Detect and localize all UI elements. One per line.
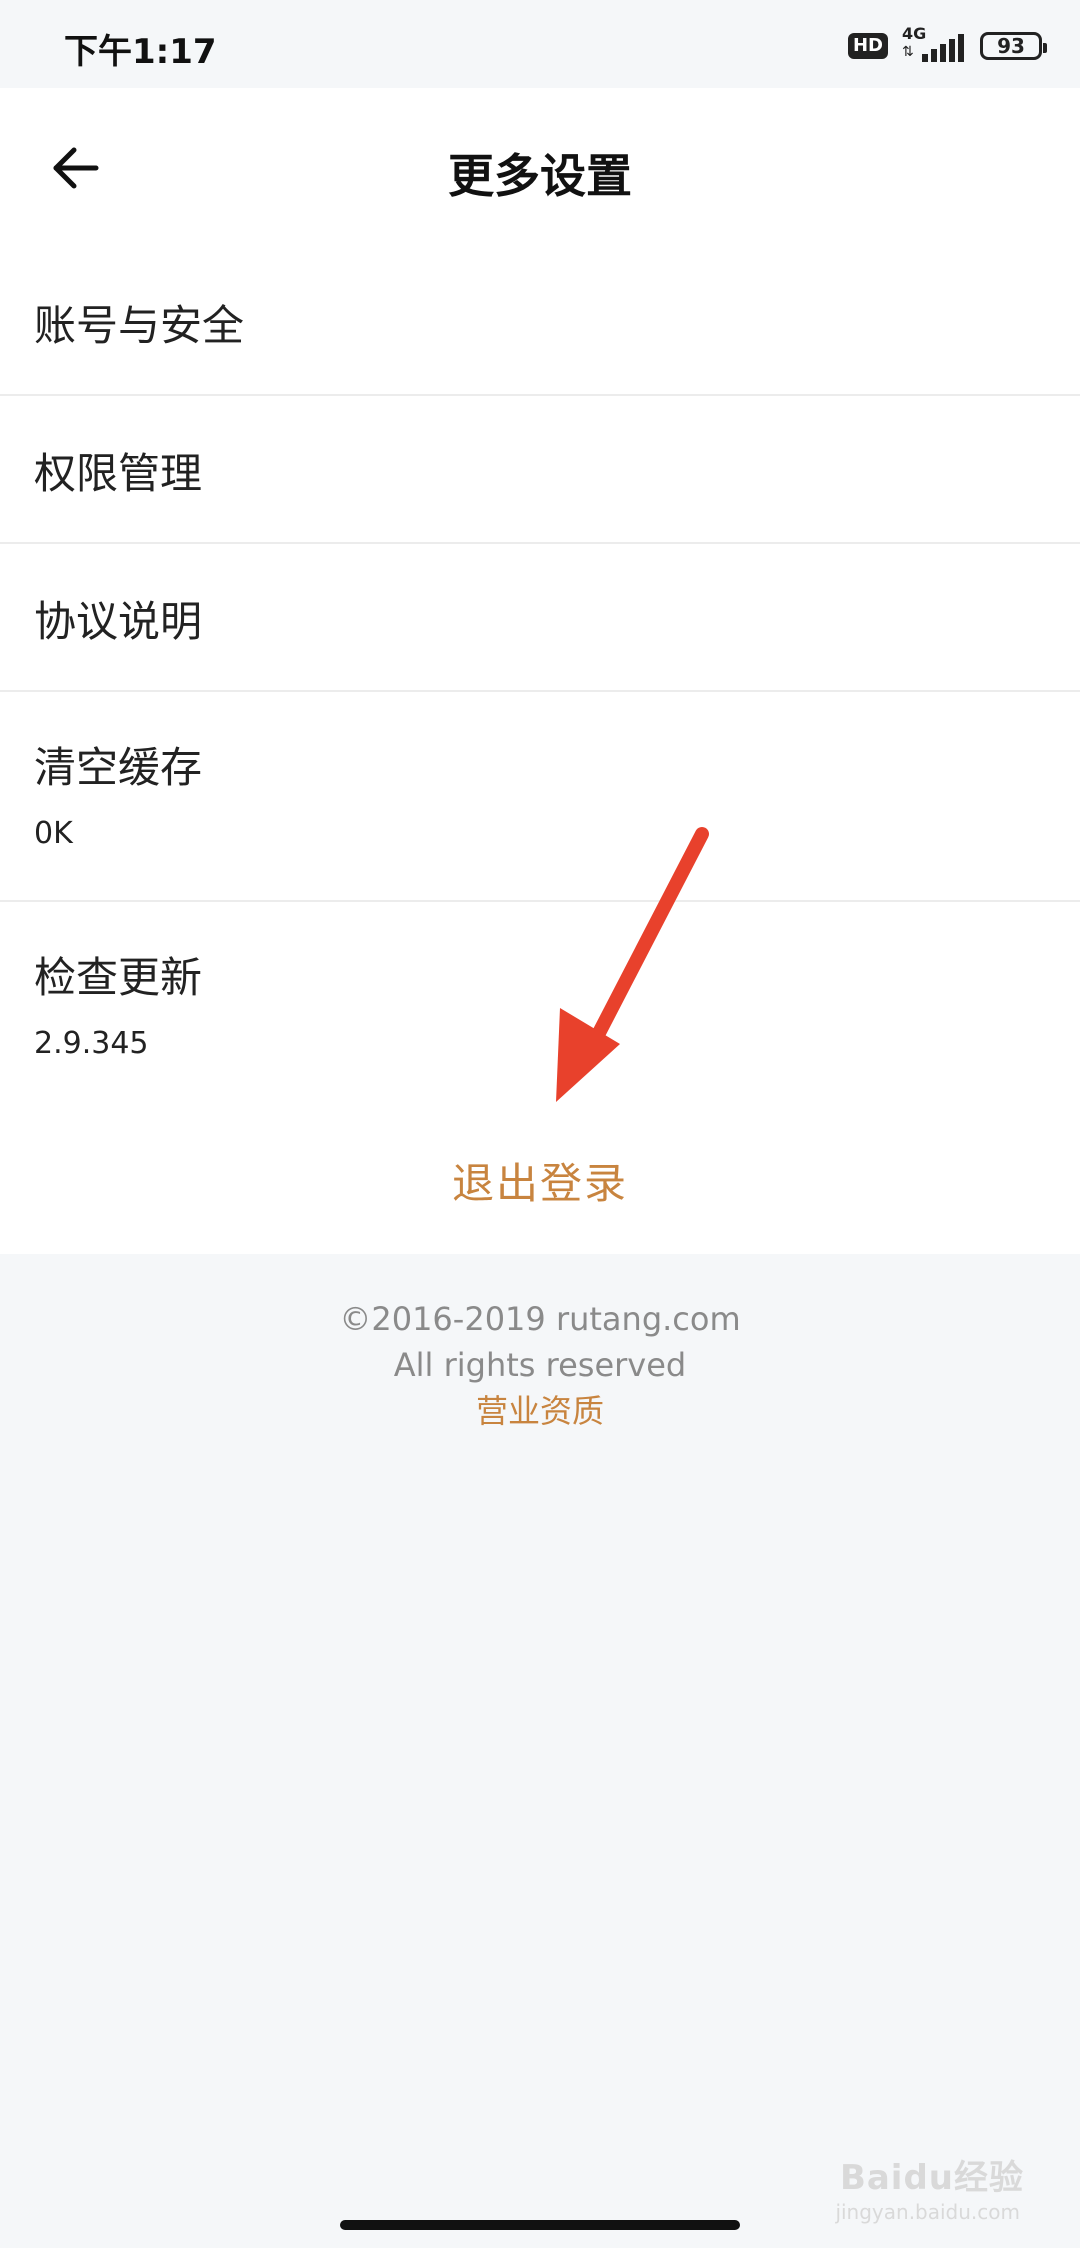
item-label: 清空缓存 xyxy=(34,743,203,792)
rights-text: All rights reserved xyxy=(393,1346,687,1384)
item-label: 账号与安全 xyxy=(34,301,245,350)
app-version: 2.9.345 xyxy=(34,1026,149,1061)
app-header: 更多设置 xyxy=(0,88,1080,248)
item-label: 协议说明 xyxy=(34,597,203,646)
signal-bars-icon xyxy=(922,34,964,62)
permission-management-item[interactable]: 权限管理 xyxy=(0,396,1080,544)
item-label: 权限管理 xyxy=(34,449,203,498)
logout-label: 退出登录 xyxy=(451,1158,628,1208)
page-title: 更多设置 xyxy=(448,149,632,203)
home-indicator[interactable] xyxy=(340,2220,740,2230)
hd-badge: HD xyxy=(847,33,888,59)
business-license-link[interactable]: 营业资质 xyxy=(0,1388,1080,1434)
battery-level: 93 xyxy=(997,34,1025,58)
status-time: 下午1:17 xyxy=(64,32,217,72)
agreement-item[interactable]: 协议说明 xyxy=(0,544,1080,692)
cache-size: 0K xyxy=(34,816,73,851)
annotation-arrow-icon xyxy=(556,827,709,1102)
status-icons: HD 4G ⇅ 93 xyxy=(847,24,1047,66)
footer: ©2016-2019 rutang.com All rights reserve… xyxy=(0,1296,1080,1434)
logout-button[interactable]: 退出登录 xyxy=(0,1106,1080,1254)
item-label: 检查更新 xyxy=(34,953,203,1002)
copyright-text: ©2016-2019 rutang.com xyxy=(339,1300,741,1338)
status-bar: 下午1:17 HD 4G ⇅ 93 xyxy=(0,0,1080,88)
watermark-url: jingyan.baidu.com xyxy=(835,2200,1020,2224)
baidu-watermark-logo: Baidu经验 xyxy=(839,2158,1024,2198)
battery-icon: 93 xyxy=(980,32,1047,60)
data-arrows-icon: ⇅ xyxy=(902,44,914,60)
account-security-item[interactable]: 账号与安全 xyxy=(0,248,1080,396)
signal-icon: 4G ⇅ xyxy=(902,24,966,66)
